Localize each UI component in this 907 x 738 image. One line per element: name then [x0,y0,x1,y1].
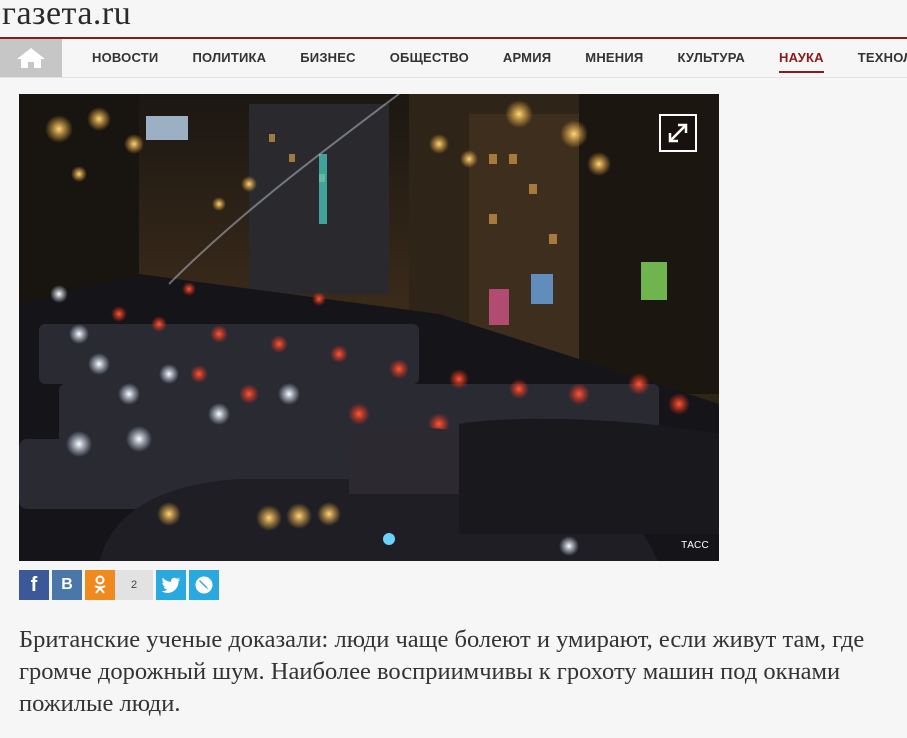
expand-icon [668,123,688,143]
odnoklassniki-share-count: 2 [115,570,153,600]
nav-item-opinions[interactable]: МНЕНИЯ [568,39,660,77]
nav-item-business[interactable]: БИЗНЕС [283,39,372,77]
photo-credit: ТАСС [681,540,709,551]
nav-item-science[interactable]: НАУКА [762,39,841,77]
nav-item-culture[interactable]: КУЛЬТУРА [660,39,762,77]
livejournal-icon [195,576,213,594]
nav-items: НОВОСТИ ПОЛИТИКА БИЗНЕС ОБЩЕСТВО АРМИЯ М… [75,39,907,77]
site-logo[interactable]: газета.ru [2,0,131,36]
home-button[interactable] [0,39,62,77]
main-navigation: НОВОСТИ ПОЛИТИКА БИЗНЕС ОБЩЕСТВО АРМИЯ М… [0,37,907,78]
twitter-icon [161,577,181,593]
home-icon [17,48,45,68]
share-vkontakte-button[interactable]: В [52,570,82,600]
share-facebook-button[interactable]: f [19,570,49,600]
article-lead: Британские ученые доказали: люди чаще бо… [19,626,865,717]
nav-item-society[interactable]: ОБЩЕСТВО [373,39,486,77]
odnoklassniki-icon [94,575,106,594]
nav-item-technology[interactable]: ТЕХНОЛОГИИ [841,39,907,77]
share-bar: f В 2 [19,570,219,600]
nav-item-army[interactable]: АРМИЯ [486,39,568,77]
nav-item-news[interactable]: НОВОСТИ [75,39,175,77]
traffic-night-photo [19,94,719,561]
share-livejournal-button[interactable] [189,570,219,600]
article-photo: ТАСС [19,94,719,561]
nav-item-politics[interactable]: ПОЛИТИКА [175,39,283,77]
expand-photo-button[interactable] [659,114,697,152]
share-twitter-button[interactable] [156,570,186,600]
share-odnoklassniki-button[interactable] [85,570,115,600]
